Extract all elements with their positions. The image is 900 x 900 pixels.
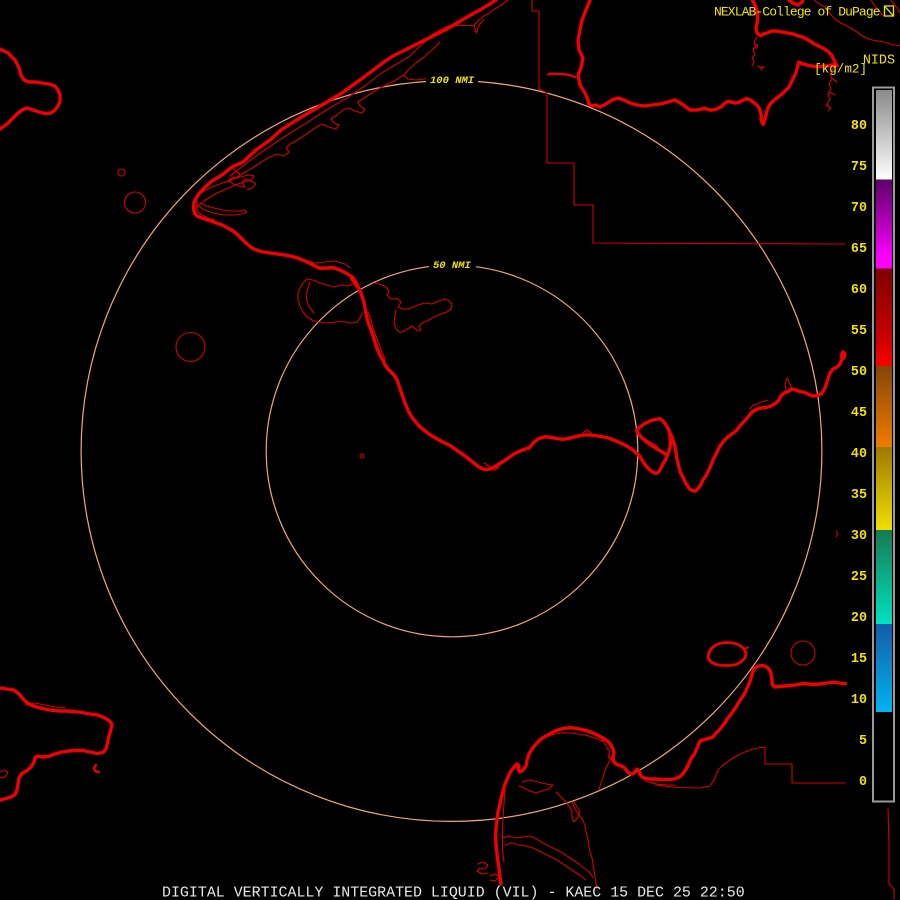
svg-text:35: 35 xyxy=(851,488,867,503)
svg-text:50: 50 xyxy=(851,365,867,380)
svg-text:DIGITAL VERTICALLY INTEGRATED: DIGITAL VERTICALLY INTEGRATED LIQUID (VI… xyxy=(162,886,745,900)
svg-text:55: 55 xyxy=(851,324,867,339)
svg-text:65: 65 xyxy=(851,242,867,257)
svg-text:75: 75 xyxy=(851,160,867,175)
svg-text:15: 15 xyxy=(851,652,867,667)
svg-text:100 NMI: 100 NMI xyxy=(430,75,475,87)
svg-text:70: 70 xyxy=(851,201,867,216)
svg-text:30: 30 xyxy=(851,529,867,544)
svg-text:5: 5 xyxy=(859,734,867,749)
svg-text:20: 20 xyxy=(851,611,867,626)
svg-text:25: 25 xyxy=(851,570,867,585)
svg-text:[kg/m2]: [kg/m2] xyxy=(814,63,867,77)
svg-text:50 NMI: 50 NMI xyxy=(433,260,472,272)
svg-text:10: 10 xyxy=(851,693,867,708)
svg-text:NEXLAB-College of DuPage: NEXLAB-College of DuPage xyxy=(714,5,880,20)
svg-text:NIDS: NIDS xyxy=(863,54,895,69)
svg-text:60: 60 xyxy=(851,283,867,298)
svg-text:0: 0 xyxy=(859,775,867,790)
svg-text:45: 45 xyxy=(851,406,867,421)
svg-text:80: 80 xyxy=(851,119,867,134)
svg-text:40: 40 xyxy=(851,447,867,462)
